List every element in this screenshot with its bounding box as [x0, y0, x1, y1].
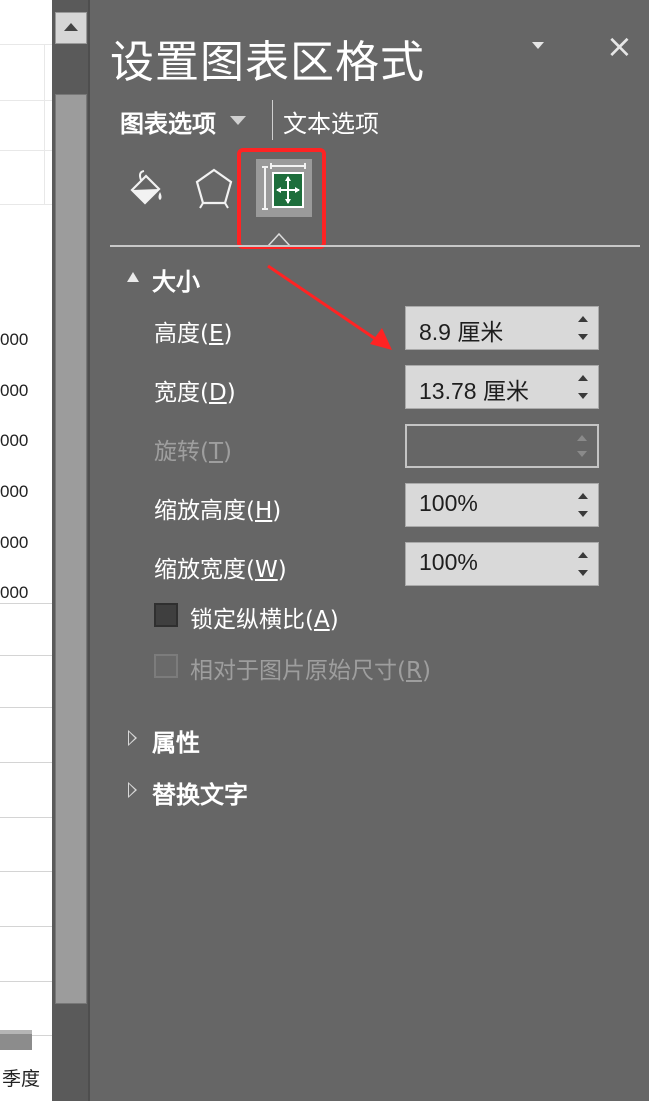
scrollbar-thumb[interactable] — [55, 94, 87, 1004]
gridline — [0, 871, 52, 872]
height-label: 高度(E) — [154, 321, 233, 347]
pentagon-effects-icon[interactable] — [193, 166, 235, 210]
fill-line-icon[interactable] — [126, 168, 166, 208]
spin-up-icon[interactable] — [578, 493, 588, 499]
tab-text-options[interactable]: 文本选项 — [283, 104, 379, 139]
close-icon[interactable]: × — [606, 30, 633, 62]
width-input[interactable]: 13.78 厘米 — [405, 365, 599, 409]
lock-aspect-ratio-checkbox[interactable] — [154, 603, 178, 627]
spin-up-icon[interactable] — [578, 552, 588, 558]
relative-original-size-label: 相对于图片原始尺寸(R) — [190, 658, 431, 684]
spin-down-icon[interactable] — [578, 334, 588, 340]
axis-tick-label: 000 — [0, 482, 29, 501]
axis-tick-label: 000 — [0, 431, 29, 450]
spin-up-icon[interactable] — [578, 375, 588, 381]
spin-down-icon[interactable] — [578, 393, 588, 399]
spin-up-icon[interactable] — [578, 316, 588, 322]
scale-height-value[interactable]: 100% — [419, 490, 478, 517]
gridline — [0, 762, 52, 763]
tab-separator — [272, 100, 273, 140]
panel-title: 设置图表区格式 — [110, 37, 425, 88]
vertical-scrollbar[interactable] — [52, 0, 90, 1101]
scroll-up-button[interactable] — [55, 12, 87, 44]
axis-tick-label: 000 — [0, 583, 29, 602]
relative-original-size-checkbox — [154, 654, 178, 678]
axis-tick-label: 000 — [0, 330, 29, 349]
tab-chart-options[interactable]: 图表选项 — [120, 104, 216, 139]
header-divider — [110, 245, 640, 247]
width-value[interactable]: 13.78 厘米 — [419, 372, 529, 406]
scale-width-label: 缩放宽度(W) — [154, 557, 287, 583]
rotation-input — [405, 424, 599, 468]
panel-divider — [88, 0, 90, 1101]
spin-down-icon[interactable] — [578, 570, 588, 576]
chart-bar[interactable] — [0, 1030, 32, 1050]
lock-aspect-ratio-label[interactable]: 锁定纵横比(A) — [190, 600, 339, 634]
height-value[interactable]: 8.9 厘米 — [419, 313, 503, 347]
spin-up-icon — [577, 435, 587, 441]
spin-down-icon[interactable] — [578, 511, 588, 517]
spreadsheet-area: 000 000 000 000 000 000 季度 — [0, 0, 52, 1101]
section-size-title[interactable]: 大小 — [152, 262, 200, 297]
scale-width-input[interactable]: 100% — [405, 542, 599, 586]
gridline — [44, 44, 45, 204]
gridline — [0, 981, 52, 982]
scale-height-input[interactable]: 100% — [405, 483, 599, 527]
gridline — [0, 655, 52, 656]
section-alt-text-title[interactable]: 替换文字 — [152, 775, 248, 810]
chevron-down-icon[interactable] — [532, 42, 544, 49]
axis-tick-label: 000 — [0, 381, 29, 400]
axis-tick-label: 000 — [0, 533, 29, 552]
dropdown-arrow-icon[interactable] — [230, 116, 246, 125]
collapsed-caret-icon[interactable] — [128, 782, 137, 798]
gridline — [0, 926, 52, 927]
section-properties-title[interactable]: 属性 — [152, 723, 200, 758]
scale-height-label: 缩放高度(H) — [154, 498, 282, 524]
gridline — [0, 707, 52, 708]
expanded-caret-icon[interactable] — [127, 272, 139, 282]
annotation-arrow — [267, 264, 392, 350]
gridline — [0, 603, 52, 604]
gridline — [0, 204, 52, 205]
scale-width-value[interactable]: 100% — [419, 549, 478, 576]
collapsed-caret-icon[interactable] — [128, 730, 137, 746]
spin-down-icon — [577, 451, 587, 457]
rotation-label: 旋转(T) — [154, 439, 233, 465]
height-input[interactable]: 8.9 厘米 — [405, 306, 599, 350]
gridline — [0, 817, 52, 818]
width-label: 宽度(D) — [154, 380, 236, 406]
category-axis-label: 季度 — [2, 1068, 41, 1090]
